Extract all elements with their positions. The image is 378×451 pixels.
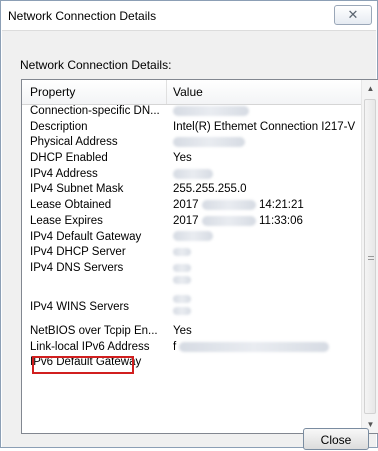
list-item[interactable]: Connection-specific DN... bbox=[22, 104, 361, 120]
property-name: Link-local IPv6 Address bbox=[30, 340, 150, 353]
property-name: Physical Address bbox=[30, 136, 118, 149]
list-item[interactable]: Lease Obtained 2017 14:21:21 bbox=[22, 198, 361, 214]
property-name: IPv4 DHCP Server bbox=[30, 246, 126, 259]
value-prefix: f bbox=[173, 340, 177, 353]
highlight-box bbox=[32, 356, 134, 374]
dialog-body: Network Connection Details: Property Val… bbox=[2, 30, 378, 450]
column-header-property[interactable]: Property bbox=[30, 85, 75, 99]
property-value: f bbox=[173, 340, 330, 353]
property-value: Yes bbox=[173, 324, 192, 337]
property-value: 2017 11:33:06 bbox=[173, 215, 303, 227]
list-item[interactable]: IPv4 WINS Servers bbox=[22, 292, 361, 324]
property-name: IPv4 DNS Servers bbox=[30, 261, 124, 274]
property-value bbox=[173, 262, 191, 286]
rows: Connection-specific DN... Description In… bbox=[22, 104, 361, 371]
property-value bbox=[173, 246, 191, 258]
title-bar: Network Connection Details ✕ bbox=[2, 2, 376, 30]
window-title: Network Connection Details bbox=[8, 9, 157, 23]
list-item[interactable]: IPv4 Address bbox=[22, 167, 361, 183]
property-value: Intel(R) Ethemet Connection I217-V bbox=[173, 120, 356, 133]
list-item[interactable]: IPv4 Subnet Mask 255.255.255.0 bbox=[22, 182, 361, 198]
column-divider[interactable] bbox=[166, 80, 167, 104]
value-suffix: 14:21:21 bbox=[259, 199, 304, 212]
details-label: Network Connection Details: bbox=[20, 58, 172, 72]
property-name: IPv4 WINS Servers bbox=[30, 301, 130, 314]
property-name: Description bbox=[30, 120, 88, 133]
list-item[interactable]: Description Intel(R) Ethemet Connection … bbox=[22, 120, 361, 136]
value-prefix: 2017 bbox=[173, 214, 199, 227]
grip-icon bbox=[368, 256, 374, 260]
list-item[interactable]: DHCP Enabled Yes bbox=[22, 151, 361, 167]
property-name: IPv4 Address bbox=[30, 167, 98, 180]
vertical-scrollbar[interactable]: ▲ ▼ bbox=[361, 80, 378, 433]
property-name: DHCP Enabled bbox=[30, 152, 108, 165]
property-name: NetBIOS over Tcpip En... bbox=[30, 324, 158, 337]
list-item[interactable]: IPv4 DNS Servers bbox=[22, 261, 361, 293]
details-list[interactable]: Property Value Connection-specific DN...… bbox=[21, 79, 378, 434]
property-name: Connection-specific DN... bbox=[30, 105, 160, 117]
property-name: IPv4 Subnet Mask bbox=[30, 183, 124, 196]
scroll-thumb[interactable] bbox=[364, 99, 376, 414]
property-name: IPv4 Default Gateway bbox=[30, 230, 142, 243]
property-name: Lease Obtained bbox=[30, 199, 112, 212]
property-value bbox=[173, 136, 245, 148]
close-icon[interactable]: ✕ bbox=[334, 5, 372, 25]
property-name: Lease Expires bbox=[30, 214, 103, 227]
scroll-up-icon[interactable]: ▲ bbox=[362, 80, 378, 97]
list-item[interactable]: NetBIOS over Tcpip En... Yes bbox=[22, 324, 361, 340]
property-value bbox=[173, 293, 191, 317]
network-connection-details-dialog: Network Connection Details ✕ Network Con… bbox=[0, 0, 378, 450]
value-suffix: 11:33:06 bbox=[259, 214, 303, 227]
property-value: Yes bbox=[173, 152, 192, 165]
list-item[interactable]: Physical Address bbox=[22, 135, 361, 151]
list-item[interactable]: Link-local IPv6 Address f bbox=[22, 340, 361, 356]
close-button[interactable]: Close bbox=[303, 428, 369, 450]
property-value bbox=[173, 231, 213, 243]
list-item[interactable]: IPv4 Default Gateway bbox=[22, 230, 361, 246]
list-header: Property Value bbox=[22, 80, 361, 105]
list-item[interactable]: Lease Expires 2017 11:33:06 bbox=[22, 214, 361, 230]
value-prefix: 2017 bbox=[173, 199, 199, 212]
property-value: 2017 14:21:21 bbox=[173, 199, 304, 211]
column-header-value[interactable]: Value bbox=[173, 85, 203, 99]
property-value bbox=[173, 168, 213, 180]
list-item[interactable]: IPv4 DHCP Server bbox=[22, 245, 361, 261]
property-value: 255.255.255.0 bbox=[173, 183, 247, 196]
property-value bbox=[173, 105, 249, 117]
